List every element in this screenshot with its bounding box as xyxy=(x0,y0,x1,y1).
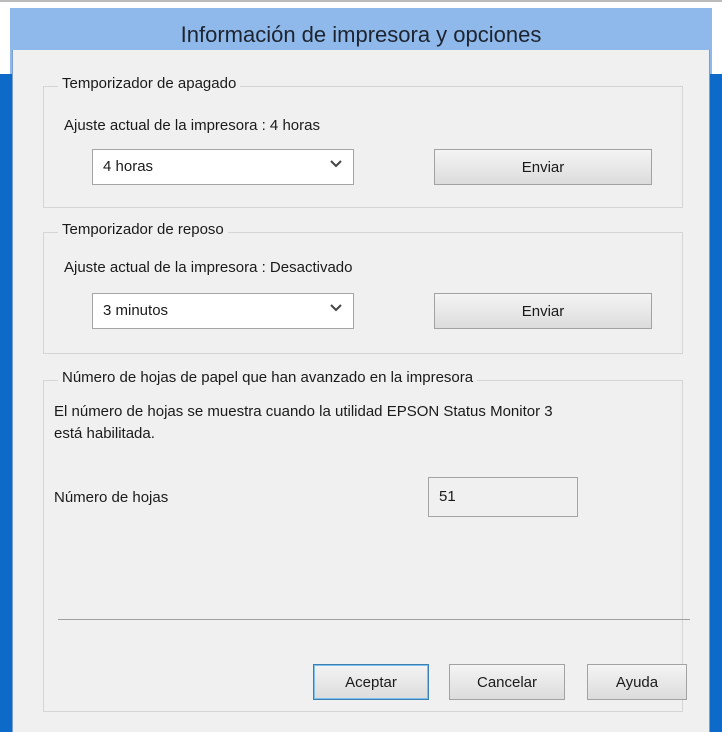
sheet-count-group: Número de hojas de papel que han avanzad… xyxy=(43,369,690,712)
sleep-current-setting: Ajuste actual de la impresora : Desactiv… xyxy=(64,259,353,276)
power-off-send-button[interactable]: Enviar xyxy=(434,149,652,185)
power-off-timer-legend: Temporizador de apagado xyxy=(58,75,241,92)
sleep-timer-legend: Temporizador de reposo xyxy=(58,221,228,238)
sleep-timer-group: Temporizador de reposo Ajuste actual de … xyxy=(43,221,683,354)
group-separator xyxy=(58,619,690,620)
power-off-selected-value: 4 horas xyxy=(103,158,154,175)
chevron-down-icon xyxy=(330,304,342,312)
sheet-count-legend: Número de hojas de papel que han avanzad… xyxy=(58,369,478,386)
sheet-count-description-line2: está habilitada. xyxy=(54,425,155,442)
sleep-send-button[interactable]: Enviar xyxy=(434,293,652,329)
cancel-button[interactable]: Cancelar xyxy=(449,664,565,700)
chevron-down-icon xyxy=(330,160,342,168)
sheet-count-field: 51 xyxy=(428,477,578,517)
dialog-client-area: Temporizador de apagado Ajuste actual de… xyxy=(12,50,710,732)
sheet-count-label: Número de hojas xyxy=(54,489,169,506)
window-title: Información de impresora y opciones xyxy=(180,22,542,47)
power-off-timer-group: Temporizador de apagado Ajuste actual de… xyxy=(43,75,683,208)
sleep-selected-value: 3 minutos xyxy=(103,302,169,319)
sheet-count-description-line1: El número de hojas se muestra cuando la … xyxy=(54,403,553,420)
power-off-current-setting: Ajuste actual de la impresora : 4 horas xyxy=(64,117,320,134)
sheet-count-value: 51 xyxy=(439,488,456,505)
accept-button[interactable]: Aceptar xyxy=(313,664,429,700)
dialog-window: Información de impresora y opciones Temp… xyxy=(0,0,722,732)
power-off-timer-select[interactable]: 4 horas xyxy=(92,149,354,185)
sleep-timer-select[interactable]: 3 minutos xyxy=(92,293,354,329)
help-button[interactable]: Ayuda xyxy=(587,664,687,700)
